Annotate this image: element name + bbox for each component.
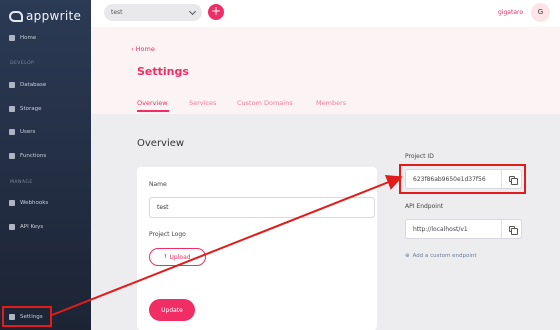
sidebar-item-label: Storage [20,106,42,112]
database-icon [9,82,15,88]
sidebar-item-label: Users [20,129,36,135]
update-button[interactable]: Update [149,299,195,321]
project-select-value: test [111,9,123,16]
api-endpoint-field[interactable]: http://localhost/v1 [405,219,522,239]
users-icon [9,129,15,135]
add-project-button[interactable]: + [208,4,224,20]
copy-icon [508,226,518,235]
appwrite-logo[interactable]: appwrite [9,8,81,24]
appwrite-logo-icon [9,10,23,22]
annotation-settings-highlight [2,306,52,327]
key-icon [9,224,15,230]
logo-text: appwrite [26,9,82,23]
overview-card: Name test Project Logo ⭱ Upload Update [137,167,377,330]
sidebar-item-api-keys[interactable]: API Keys [9,222,43,232]
annotation-project-id-highlight [399,164,526,194]
tab-custom-domains[interactable]: Custom Domains [237,99,293,107]
sidebar-item-label: Webhooks [20,200,49,206]
folder-icon [9,106,15,112]
tab-services[interactable]: Services [189,99,216,107]
webhook-icon [9,200,15,206]
bolt-icon [9,153,15,159]
home-icon [9,35,15,41]
add-custom-endpoint-label: Add a custom endpoint [412,253,477,259]
page-header: ‹ Home Settings Overview Services Custom… [91,27,560,114]
name-field[interactable]: test [149,197,375,218]
section-title: Overview [137,138,185,149]
plus-circle-icon: ⊕ [405,253,410,259]
top-bar: test + gigataro G [91,0,560,27]
project-id-label: Project ID [405,153,434,160]
breadcrumb[interactable]: ‹ Home [131,45,155,53]
sidebar-item-label: Home [20,35,37,41]
sidebar-item-functions[interactable]: Functions [9,151,46,161]
project-logo-label: Project Logo [149,231,186,238]
tab-overview[interactable]: Overview [137,99,168,107]
api-endpoint-label: API Endpoint [405,203,444,210]
breadcrumb-home: Home [135,45,155,53]
sidebar-heading-manage: MANAGE [10,180,33,185]
sidebar-item-webhooks[interactable]: Webhooks [9,198,48,208]
sidebar-item-home[interactable]: Home [9,33,36,43]
active-tab-indicator [137,110,169,112]
chevron-down-icon [188,7,197,16]
upload-button[interactable]: ⭱ Upload [149,248,206,266]
sidebar-item-label: API Keys [20,224,44,230]
avatar[interactable]: G [531,3,550,22]
page-title: Settings [137,65,189,78]
upload-label: Upload [169,253,191,261]
api-endpoint-value: http://localhost/v1 [413,225,468,233]
copy-endpoint-button[interactable] [501,220,521,238]
sidebar-item-database[interactable]: Database [9,80,46,90]
sidebar-item-label: Database [20,82,47,88]
project-select[interactable]: test [104,4,202,21]
sidebar-heading-develop: DEVELOP [10,61,35,66]
name-label: Name [149,181,167,188]
add-custom-endpoint-link[interactable]: ⊕ Add a custom endpoint [405,253,477,259]
sidebar-item-storage[interactable]: Storage [9,104,42,114]
name-field-value: test [157,204,169,211]
username-link[interactable]: gigataro [498,9,523,16]
tab-members[interactable]: Members [316,99,346,107]
upload-icon: ⭱ [164,253,167,260]
sidebar-item-label: Functions [20,153,47,159]
sidebar-item-users[interactable]: Users [9,127,35,137]
sidebar: appwrite Home DEVELOP Database Storage U… [0,0,91,330]
